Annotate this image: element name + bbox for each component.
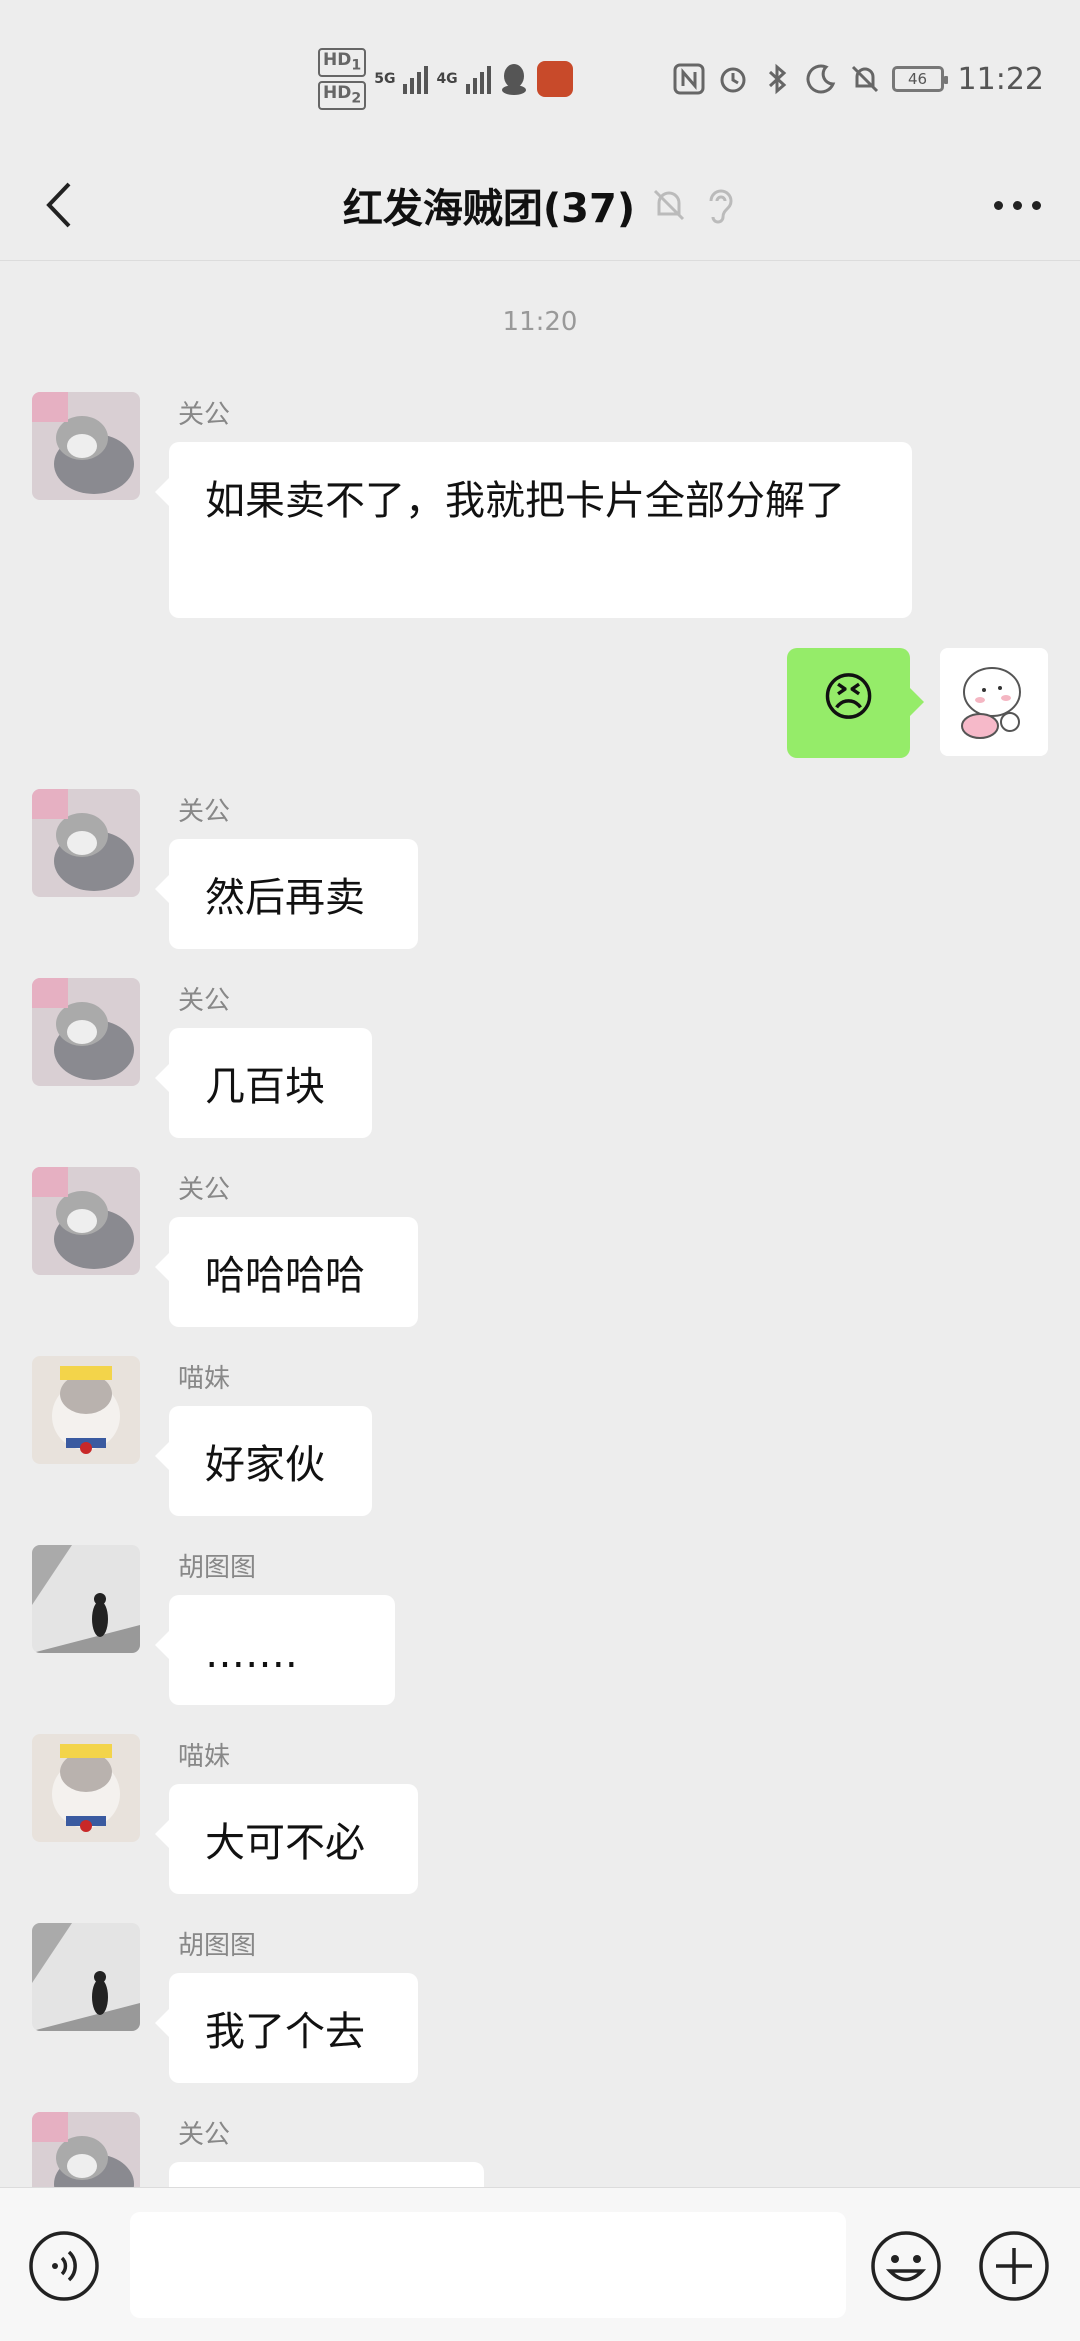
avatar[interactable] (32, 1167, 140, 1275)
sender-name: 关公 (178, 400, 231, 430)
signal-icon (403, 64, 429, 94)
sent-emoji: 😣 (821, 668, 876, 728)
stairs-avatar-icon (32, 1545, 140, 1653)
more-button[interactable] (982, 180, 1052, 230)
plus-button[interactable] (978, 2230, 1050, 2302)
cat-avatar-icon (32, 978, 140, 1086)
battery-icon: 46 (891, 66, 948, 92)
mute-bell-icon (851, 65, 878, 93)
my-avatar[interactable] (940, 648, 1048, 756)
message-bubble[interactable] (169, 2162, 484, 2187)
avatar[interactable] (32, 392, 140, 500)
white-cat-avatar-icon (32, 1734, 140, 1842)
message-bubble[interactable]: 然后再卖 (155, 839, 418, 949)
message-bubble[interactable]: 好家伙 (155, 1406, 372, 1516)
stairs-avatar-icon (32, 1923, 140, 2031)
sender-name: 关公 (178, 797, 231, 827)
nfc-icon (673, 63, 705, 95)
voice-button[interactable] (28, 2230, 100, 2302)
sender-name: 关公 (178, 1175, 231, 1205)
clock: 11:22 (957, 61, 1044, 97)
cat-avatar-icon (32, 2112, 140, 2187)
avatar[interactable] (32, 1923, 140, 2031)
sender-name: 胡图图 (178, 1553, 257, 1583)
avatar[interactable] (32, 978, 140, 1086)
sent-bubble[interactable]: 😣 (787, 648, 924, 758)
network-4g-label: 4G (436, 71, 458, 87)
qq-icon (501, 64, 526, 95)
hd2-badge: HD2 (318, 81, 367, 111)
message-bubble[interactable]: 如果卖不了，我就把卡片全部分解了 (155, 442, 912, 618)
alarm-icon (720, 67, 746, 93)
status-bar: HD1 HD2 5G 4G 46 11:22 (0, 0, 1080, 150)
sender-name: 关公 (178, 2120, 231, 2150)
message-input[interactable] (130, 2212, 846, 2318)
ear-icon (709, 189, 733, 224)
mute-bell-icon (654, 189, 685, 221)
white-cat-avatar-icon (32, 1356, 140, 1464)
bluetooth-icon (768, 63, 786, 95)
signal-icon-2 (465, 64, 491, 94)
page-title[interactable]: 红发海贼团(37) (343, 176, 635, 234)
sender-name: 关公 (178, 986, 231, 1016)
voice-icon (29, 2231, 99, 2301)
sender-name: 喵妹 (178, 1364, 231, 1394)
input-bar (0, 2187, 1080, 2341)
more-icon-dot (1031, 200, 1041, 210)
cat-avatar-icon (32, 392, 140, 500)
status-bar-right: 46 11:22 (672, 44, 1044, 114)
avatar[interactable] (32, 1545, 140, 1653)
battery-level: 46 (907, 70, 928, 88)
emoji-icon (871, 2231, 941, 2301)
avatar[interactable] (32, 2112, 140, 2187)
cat-avatar-icon (32, 1167, 140, 1275)
message-bubble[interactable]: ……. (155, 1595, 395, 1705)
sender-name: 喵妹 (178, 1742, 231, 1772)
message-bubble[interactable]: 大可不必 (155, 1784, 418, 1894)
chat-timestamp: 11:20 (502, 307, 578, 337)
message-bubble[interactable]: 几百块 (155, 1028, 372, 1138)
avatar[interactable] (32, 789, 140, 897)
hd-indicators: HD1 HD2 (318, 47, 367, 111)
message-bubble[interactable]: 我了个去 (155, 1973, 418, 2083)
cat-avatar-icon (32, 789, 140, 897)
sender-name: 胡图图 (178, 1931, 257, 1961)
plus-icon (979, 2231, 1049, 2301)
message-bubble[interactable]: 哈哈哈哈 (155, 1217, 418, 1327)
moon-icon (806, 64, 835, 94)
chat-area[interactable]: 11:20 关公 如果卖不了，我就把卡片全部分解了 😣 关公 然后再卖 关公 几… (0, 261, 1080, 2187)
more-icon (993, 200, 1003, 210)
hd1-badge: HD1 (318, 47, 367, 77)
network-5g-label: 5G (374, 71, 396, 87)
game-app-icon (536, 61, 573, 97)
nav-title-wrap: 红发海贼团(37) (0, 150, 1080, 260)
more-icon-dot (1012, 200, 1022, 210)
emoji-button[interactable] (870, 2230, 942, 2302)
avatar[interactable] (32, 1356, 140, 1464)
status-bar-left: HD1 HD2 5G 4G (318, 44, 573, 114)
cartoon-avatar-icon (940, 648, 1048, 756)
avatar[interactable] (32, 1734, 140, 1842)
nav-bar: 红发海贼团(37) (0, 150, 1080, 261)
